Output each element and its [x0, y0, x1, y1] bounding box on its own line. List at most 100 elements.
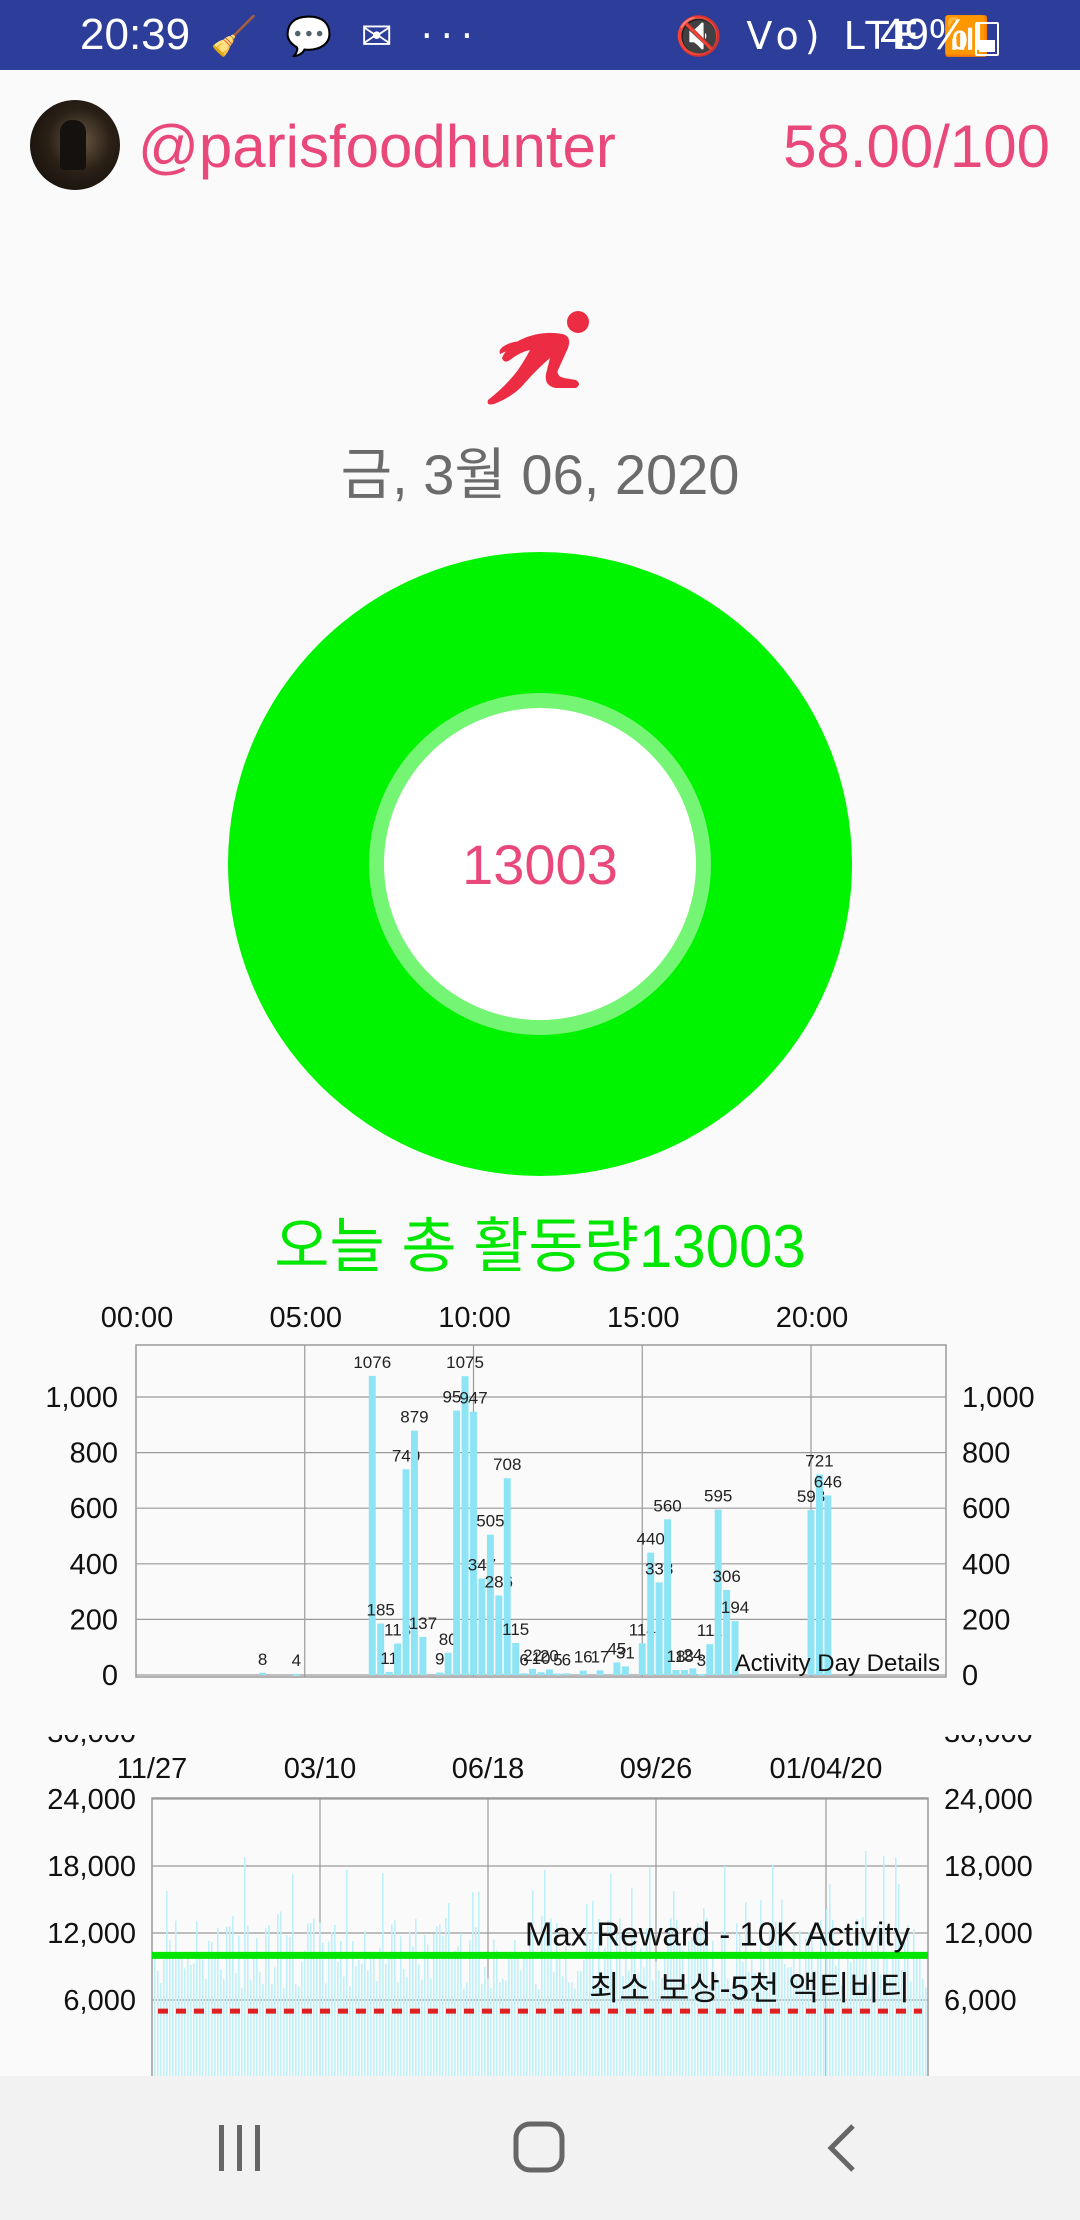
history-bar — [295, 1983, 297, 2076]
activity-ring-value: 13003 — [462, 833, 618, 896]
recents-icon — [219, 2125, 260, 2171]
history-bar — [496, 1950, 498, 2076]
history-bar — [514, 1940, 516, 2076]
history-bar — [385, 1963, 387, 2076]
history-bar — [160, 1983, 162, 2076]
day-bar — [419, 1636, 427, 1675]
day-bar-label: 708 — [493, 1455, 521, 1474]
history-bar — [526, 1952, 528, 2076]
username[interactable]: @parisfoodhunter — [138, 112, 616, 181]
history-bar — [478, 1891, 480, 2076]
date-label[interactable]: 금, 3월 06, 2020 — [0, 430, 1080, 511]
history-bar — [229, 1926, 231, 2076]
daily-total-label: 오늘 총 활동량13003 — [274, 1213, 806, 1280]
history-bar — [439, 1924, 441, 2076]
day-bar-label: 721 — [805, 1452, 833, 1471]
day-bar — [292, 1673, 300, 1676]
history-bar — [487, 1978, 489, 2076]
history-bar — [559, 1958, 561, 2076]
history-bar — [397, 1982, 399, 2076]
history-bar — [184, 1968, 186, 2076]
history-bar — [187, 1956, 189, 2076]
min-reward-label: 최소 보상-5천 액티비티 — [589, 1969, 910, 2006]
day-x-tick-label: 15:00 — [607, 1302, 680, 1334]
day-bar — [545, 1669, 553, 1675]
day-bar — [680, 1669, 688, 1675]
recents-button[interactable] — [180, 2106, 300, 2190]
history-bar — [577, 1970, 579, 2076]
history-bar — [778, 1939, 780, 2076]
day-bar — [470, 1411, 477, 1675]
home-button[interactable] — [480, 2106, 600, 2190]
history-bar — [196, 1921, 198, 2076]
history-bar — [475, 1927, 477, 2076]
day-bar-label: 947 — [459, 1389, 487, 1408]
history-bar — [451, 1953, 453, 2076]
day-bar — [554, 1673, 562, 1676]
history-y-tick-label-right: 6,000 — [944, 1985, 1017, 2017]
history-bar — [883, 1856, 885, 2076]
day-bar-label: 1075 — [446, 1353, 484, 1372]
history-bar — [481, 1984, 483, 2076]
history-y-tick-label-left: 12,000 — [47, 1918, 136, 1950]
history-bar — [838, 1949, 840, 2076]
history-bar — [694, 1941, 696, 2076]
history-bar — [307, 1923, 309, 2076]
history-y-tick-label-left: 18,000 — [47, 1851, 136, 1883]
history-bar — [274, 1967, 276, 2076]
history-bar — [325, 1983, 327, 2076]
history-bar — [568, 1982, 570, 2076]
history-bar — [517, 1955, 519, 2076]
history-bar — [199, 1954, 201, 2076]
history-bar — [376, 1981, 378, 2076]
history-x-tick-label: 11/27 — [117, 1753, 187, 1785]
back-button[interactable] — [784, 2106, 904, 2190]
history-bar — [418, 1964, 420, 2076]
day-bar — [503, 1478, 511, 1675]
day-bar-label: 1076 — [353, 1353, 391, 1372]
history-bar — [712, 1940, 714, 2076]
history-bar — [913, 1929, 915, 2076]
history-bar — [154, 1953, 156, 2076]
day-bar-label: 4 — [292, 1651, 301, 1670]
history-bar — [406, 1977, 408, 2076]
avatar[interactable] — [30, 100, 120, 190]
day-bar-label: 595 — [704, 1487, 732, 1506]
history-bar — [250, 1979, 252, 2076]
day-bar — [537, 1672, 545, 1675]
history-bar — [316, 1952, 318, 2076]
home-icon — [513, 2121, 565, 2173]
day-bar — [512, 1643, 520, 1675]
history-bar — [469, 1940, 471, 2076]
history-bar — [367, 1970, 369, 2076]
history-bar — [667, 1938, 669, 2076]
history-bar — [220, 1969, 222, 2076]
history-bar — [688, 1941, 690, 2076]
history-bar — [337, 1962, 339, 2076]
history-bar — [340, 1941, 342, 2076]
day-bar — [655, 1582, 663, 1675]
day-x-tick-label: 20:00 — [776, 1302, 849, 1334]
history-bar — [280, 1911, 282, 2076]
history-bar — [502, 1978, 504, 2076]
history-bar — [355, 1966, 357, 2076]
day-bar-label: 3 — [697, 1651, 706, 1670]
history-bar — [358, 1960, 360, 2076]
history-bar — [202, 1959, 204, 2076]
day-bar-label: 505 — [476, 1512, 504, 1531]
score: 58.00/100 — [783, 113, 1050, 180]
day-bar — [579, 1670, 587, 1675]
history-bar — [232, 1916, 234, 2076]
day-bar — [672, 1669, 680, 1675]
history-bar — [553, 1972, 555, 2076]
history-bar — [361, 1963, 363, 2076]
day-bar-label: 306 — [712, 1567, 740, 1586]
history-x-tick-label: 01/04/20 — [770, 1753, 883, 1785]
history-bar — [388, 1953, 390, 2076]
notification-icons: 🧹 💬 ✉ ··· — [210, 14, 481, 58]
history-bar — [562, 1976, 564, 2076]
battery-icon — [975, 22, 999, 56]
day-bar — [815, 1474, 823, 1675]
history-bar — [865, 1850, 867, 2076]
history-bar — [349, 1986, 351, 2076]
